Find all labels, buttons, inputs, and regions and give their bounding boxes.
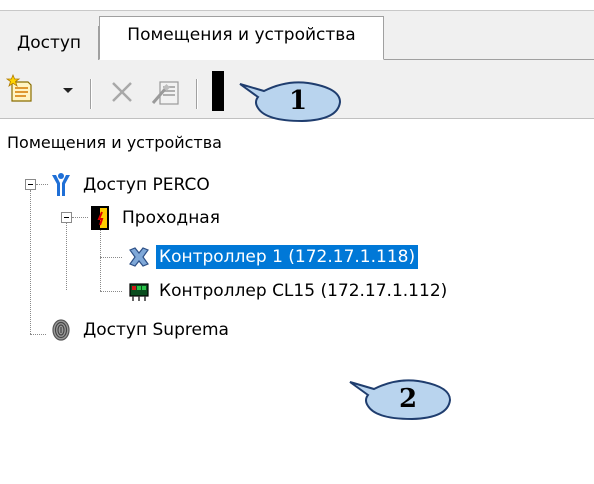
tree-item-label: Контроллер 1 (172.17.1.118) — [156, 245, 419, 269]
window: Доступ Помещения и устройства 1 Помещени… — [0, 0, 594, 484]
tree-item-label: Доступ PERCO — [83, 175, 210, 195]
tree-connector — [100, 230, 102, 291]
callout-2-number: 2 — [398, 384, 418, 414]
callout-2: 2 — [346, 372, 458, 422]
chevron-down-icon — [63, 88, 73, 93]
tree-item[interactable]: Проходная — [89, 205, 223, 231]
perco-access-icon — [52, 173, 70, 196]
tab-premises-and-devices[interactable]: Помещения и устройства — [99, 16, 384, 60]
toolbar-separator — [90, 79, 92, 109]
tree-connector — [100, 291, 122, 293]
add-element-button[interactable] — [5, 73, 36, 104]
properties-icon — [151, 81, 179, 105]
top-strip — [0, 0, 594, 11]
tree-item[interactable]: Доступ Suprema — [48, 317, 232, 343]
tree-item-label: Доступ Suprema — [83, 320, 229, 340]
tree-connector — [30, 334, 46, 336]
tree-connector — [72, 217, 88, 219]
checkpoint-door-icon — [91, 206, 109, 230]
add-element-dropdown[interactable] — [60, 82, 76, 98]
panel-title: Помещения и устройства — [7, 133, 222, 152]
fingerprint-icon — [52, 319, 70, 341]
collapse-toggle[interactable] — [61, 212, 72, 223]
tree-connector — [66, 223, 68, 290]
properties-button[interactable] — [150, 76, 182, 108]
tree-item-selected[interactable]: Контроллер 1 (172.17.1.118) — [126, 244, 419, 270]
tree-item-label: Контроллер CL15 (172.17.1.112) — [159, 281, 448, 301]
tree-connector — [30, 190, 32, 334]
tree-item[interactable]: Контроллер CL15 (172.17.1.112) — [126, 278, 450, 304]
callout-1: 1 — [236, 74, 348, 124]
tree-item-label: Проходная — [122, 208, 220, 228]
tab-bar: Доступ Помещения и устройства — [0, 11, 594, 60]
controller-offline-icon — [129, 247, 149, 267]
tree-connector — [100, 257, 122, 259]
collapse-toggle[interactable] — [25, 179, 36, 190]
delete-button[interactable] — [108, 78, 136, 106]
controller-online-icon — [129, 283, 149, 301]
toolbar-marker-bar — [212, 71, 224, 111]
callout-1-number: 1 — [288, 86, 308, 116]
tree-item[interactable]: Доступ PERCO — [48, 172, 213, 198]
tree-connector — [36, 184, 48, 186]
tab-access[interactable]: Доступ — [0, 26, 99, 60]
toolbar-separator — [196, 79, 198, 109]
add-element-icon — [5, 73, 32, 102]
delete-x-icon — [112, 82, 132, 102]
devices-tree: Доступ PERCO Проходная Контроллер 1 (172… — [0, 160, 594, 360]
